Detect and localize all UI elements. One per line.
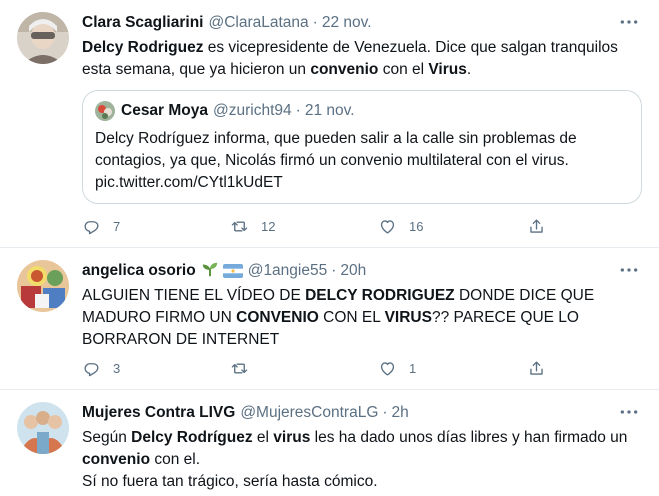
sprout-emoji-icon <box>201 260 219 283</box>
reply-count: 3 <box>113 360 121 376</box>
user-handle[interactable]: @1angie55 <box>248 262 328 280</box>
share-icon <box>530 360 543 375</box>
tweet[interactable]: angelica osorio @1angie55 · 20h ALGUIEN … <box>0 248 659 390</box>
highlighted-term: virus <box>273 429 311 446</box>
tweet-header: Clara Scagliarini @ClaraLatana · 22 nov. <box>82 12 609 34</box>
reply-count: 7 <box>113 218 121 234</box>
like-button[interactable]: 1 <box>378 356 416 380</box>
quote-display-name: Cesar Moya <box>121 102 209 119</box>
separator-dot: · <box>295 102 301 119</box>
heart-icon <box>380 219 395 234</box>
retweet-icon <box>231 362 248 374</box>
separator-dot: · <box>331 262 337 279</box>
like-count: 1 <box>409 360 417 376</box>
highlighted-term: convenio <box>310 61 379 78</box>
argentina-flag-icon <box>222 264 243 278</box>
quote-avatar <box>95 101 115 121</box>
highlighted-term: Delcy Rodríguez <box>131 429 253 446</box>
like-button[interactable]: 16 <box>378 214 423 238</box>
quote-text: Delcy Rodríguez informa, que pueden sali… <box>95 128 623 194</box>
timestamp[interactable]: 20h <box>340 262 366 280</box>
highlighted-term: CONVENIO <box>236 309 319 326</box>
avatar[interactable] <box>17 12 69 64</box>
reply-button[interactable]: 7 <box>82 214 120 238</box>
display-name[interactable]: angelica osorio <box>82 262 196 280</box>
tweet-text: ALGUIEN TIENE EL VÍDEO DE DELCY RODRIGUE… <box>82 285 629 351</box>
like-count: 16 <box>409 218 424 234</box>
text-segment: CON EL <box>318 309 385 326</box>
avatar[interactable] <box>17 260 69 312</box>
retweet-button[interactable] <box>230 356 261 380</box>
separator-dot: · <box>382 404 388 421</box>
highlighted-term: convenio <box>82 451 151 468</box>
share-icon <box>530 218 543 233</box>
retweet-count: 12 <box>261 218 276 234</box>
reply-icon <box>84 362 99 376</box>
reply-icon <box>84 220 99 234</box>
tweet[interactable]: Clara Scagliarini @ClaraLatana · 22 nov.… <box>0 0 659 248</box>
tweet-text: Según Delcy Rodríguez el virus les ha da… <box>82 427 629 493</box>
avatar[interactable] <box>17 402 69 454</box>
text-segment: . <box>466 61 472 78</box>
reply-button[interactable]: 3 <box>82 356 120 380</box>
tweet-actions: 7 12 16 <box>82 214 562 238</box>
highlighted-term: DELCY RODRIGUEZ <box>305 287 455 304</box>
user-handle[interactable]: @ClaraLatana <box>208 14 308 32</box>
quote-header: Cesar Moya @zuricht94 · 21 nov. <box>95 100 355 122</box>
text-segment: Según <box>82 429 132 446</box>
display-name[interactable]: Clara Scagliarini <box>82 14 203 32</box>
quoted-tweet[interactable]: Cesar Moya @zuricht94 · 21 nov. Delcy Ro… <box>82 90 642 204</box>
quote-body: Delcy Rodríguez informa, que pueden sali… <box>95 130 577 169</box>
timestamp[interactable]: 2h <box>392 404 409 422</box>
more-icon[interactable] <box>617 402 641 422</box>
highlighted-term: Virus <box>428 61 467 78</box>
more-icon[interactable] <box>617 12 641 32</box>
tweet-header: angelica osorio @1angie55 · 20h <box>82 260 609 282</box>
retweet-button[interactable]: 12 <box>230 214 275 238</box>
text-segment: con el. <box>150 451 201 468</box>
text-segment: ALGUIEN TIENE EL VÍDEO DE <box>82 287 306 304</box>
more-icon[interactable] <box>617 260 641 280</box>
heart-icon <box>380 361 395 376</box>
separator-dot: · <box>312 14 318 31</box>
text-segment: Sí no fuera tan trágico, sería hasta cóm… <box>82 473 378 490</box>
share-button[interactable] <box>527 214 546 238</box>
text-segment: con el <box>378 61 429 78</box>
quote-link[interactable]: pic.twitter.com/CYtl1kUdET <box>95 174 283 191</box>
tweet-actions: 3 1 <box>82 356 562 380</box>
text-segment: el <box>252 429 274 446</box>
tweet[interactable]: Mujeres Contra LIVG @MujeresContraLG · 2… <box>0 390 659 496</box>
user-handle[interactable]: @MujeresContraLG <box>240 404 378 422</box>
tweet-text: Delcy Rodriguez es vicepresidente de Ven… <box>82 37 629 81</box>
highlighted-term: Delcy Rodriguez <box>82 39 204 56</box>
tweet-feed: Clara Scagliarini @ClaraLatana · 22 nov.… <box>0 0 659 496</box>
display-name[interactable]: Mujeres Contra LIVG <box>82 404 235 422</box>
timestamp[interactable]: 22 nov. <box>322 14 372 32</box>
quote-user-handle: @zuricht94 <box>213 102 292 119</box>
retweet-icon <box>231 220 248 232</box>
share-button[interactable] <box>527 356 546 380</box>
text-segment: les ha dado unos días libres y han firma… <box>310 429 628 446</box>
tweet-header: Mujeres Contra LIVG @MujeresContraLG · 2… <box>82 402 609 424</box>
highlighted-term: VIRUS <box>384 309 432 326</box>
quote-timestamp: 21 nov. <box>304 102 355 119</box>
